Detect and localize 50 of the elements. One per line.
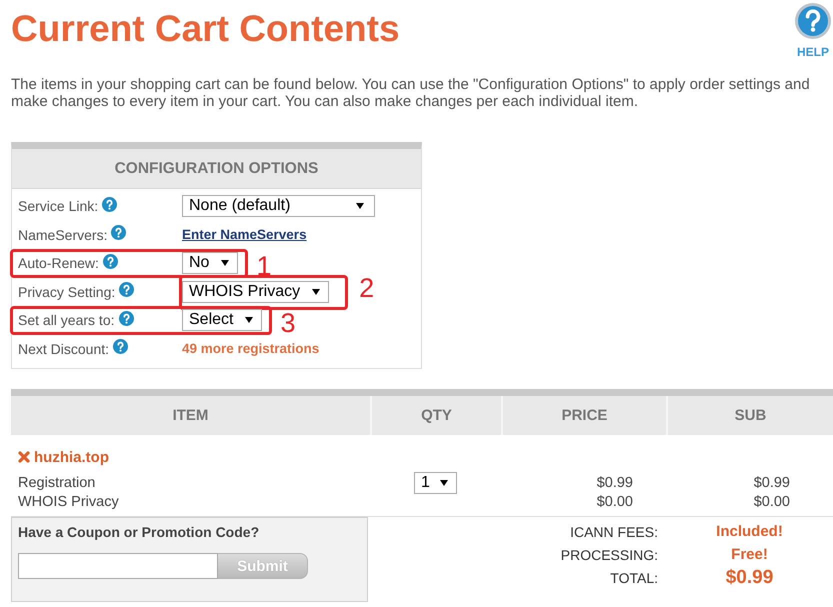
caret-icon (356, 203, 364, 210)
dropdown[interactable]: Select (182, 309, 262, 332)
text-link[interactable]: Enter NameServers (182, 227, 307, 242)
table-cell: Registration (18, 475, 96, 491)
field-label: NameServers: (18, 226, 108, 243)
quantity-dropdown[interactable]: 1 (414, 472, 457, 494)
table-cell: WHOIS Privacy (18, 494, 119, 510)
total-label: PROCESSING: (560, 546, 658, 562)
dropdown[interactable]: WHOIS Privacy (182, 280, 330, 303)
annotation-number: 3 (280, 309, 296, 337)
column-header: QTY (370, 396, 501, 435)
coupon-input[interactable] (18, 553, 218, 579)
column-header: PRICE (501, 396, 666, 435)
annotation-number: 1 (256, 252, 272, 280)
field-label: Set all years to: (18, 312, 114, 328)
panel-heading: CONFIGURATION OPTIONS (12, 149, 421, 189)
total-value: Included! (716, 523, 783, 540)
domain-name: huzhia.top (34, 448, 109, 466)
total-label: ICANN FEES: (570, 524, 658, 540)
annotation-number: 2 (359, 274, 374, 302)
table-cell: $0.99 (596, 475, 633, 491)
intro-text: The items in your shopping cart can be found below. You can use the "Configuration Options" to apply order settings and make changes to every item in your cart. You can also make changes per each individual item. (11, 76, 811, 110)
total-value: $0.99 (726, 566, 774, 588)
field-label: Next Discount: (18, 340, 110, 357)
column-header: SUB (666, 396, 833, 435)
help-icon[interactable] (111, 225, 126, 240)
page-title: Current Cart Contents (11, 8, 400, 50)
field-label: Auto-Renew: (18, 255, 99, 272)
help-icon[interactable] (102, 254, 118, 269)
help-icon[interactable] (118, 310, 134, 326)
coupon-heading: Have a Coupon or Promotion Code? (18, 524, 260, 540)
total-value: Free! (731, 546, 768, 563)
caret-icon (245, 317, 254, 324)
field-label: Service Link: (18, 198, 98, 214)
dropdown[interactable]: None (default) (182, 195, 375, 218)
caret-icon (221, 260, 230, 266)
help-icon[interactable] (119, 282, 134, 298)
caret-icon (440, 480, 448, 486)
column-header: ITEM (172, 406, 210, 426)
table-cell: $0.00 (596, 494, 633, 510)
dropdown[interactable]: No (182, 252, 238, 274)
help-icon[interactable] (102, 196, 118, 212)
field-label: Privacy Setting: (18, 284, 116, 300)
discount-note: 49 more registrations (182, 341, 320, 356)
remove-icon[interactable] (18, 451, 30, 463)
table-cell: $0.00 (754, 494, 790, 510)
caret-icon (312, 288, 320, 295)
table-cell: $0.99 (754, 475, 790, 491)
total-label: TOTAL: (610, 570, 658, 586)
help-icon[interactable] (113, 339, 128, 354)
